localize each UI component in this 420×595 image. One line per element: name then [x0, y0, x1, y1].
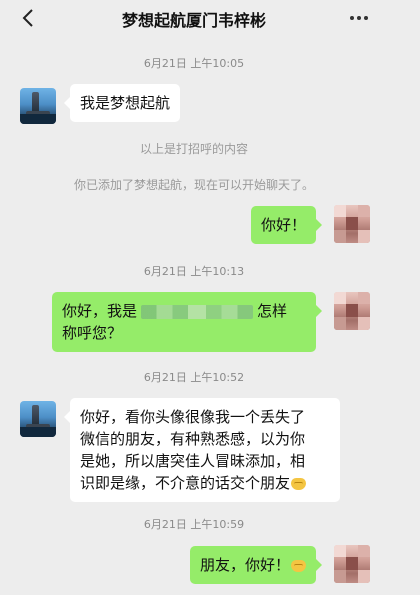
timestamp: 6月21日 上午10:52	[143, 371, 245, 384]
message-text: 你好，我是	[62, 302, 138, 320]
chat-screen: 梦想起航厦门韦梓彬 6月21日 上午10:05 我是梦想起航 以上是打招呼的内容…	[8, 0, 380, 595]
message-text: 称呼您？	[62, 324, 123, 342]
timestamp: 6月21日 上午10:05	[143, 57, 245, 70]
message-line: 微信的朋友，有种熟悉感，以为你	[80, 430, 306, 448]
timestamp: 6月21日 上午10:59	[143, 518, 245, 531]
message-bubble-outgoing[interactable]: 你好，我是 怎样 称呼您？	[52, 292, 322, 352]
redacted-name	[141, 304, 254, 319]
contact-avatar[interactable]	[20, 401, 56, 437]
system-note: 以上是打招呼的内容	[139, 142, 248, 156]
handshake-emoji-icon	[291, 559, 306, 572]
chat-header: 梦想起航厦门韦梓彬	[8, 0, 380, 38]
system-note: 你已添加了梦想起航，现在可以开始聊天了。	[73, 178, 314, 192]
self-avatar[interactable]	[334, 545, 370, 583]
message-bubble-outgoing[interactable]: 朋友，你好！	[189, 546, 323, 584]
message-line: 是她，所以唐突佳人冒昧添加，相	[80, 452, 306, 470]
message-bubble-incoming[interactable]: 你好，看你头像很像我一个丢失了 微信的朋友，有种熟悉感，以为你 是她，所以唐突佳…	[64, 398, 340, 502]
contact-avatar[interactable]	[20, 88, 56, 124]
message-bubble-outgoing[interactable]: 你好！	[250, 206, 323, 244]
message-line: 识即是缘，不介意的话交个朋友	[80, 474, 291, 492]
chat-title: 梦想起航厦门韦梓彬	[121, 11, 266, 30]
more-dots-icon[interactable]	[348, 10, 370, 26]
message-line: 你好，看你头像很像我一个丢失了	[80, 408, 306, 426]
back-chevron-icon[interactable]	[18, 7, 38, 29]
message-text: 朋友，你好！	[199, 556, 290, 574]
self-avatar[interactable]	[334, 205, 370, 243]
handshake-emoji-icon	[291, 477, 307, 490]
message-bubble-incoming[interactable]: 我是梦想起航	[63, 84, 181, 122]
timestamp: 6月21日 上午10:13	[143, 265, 245, 278]
message-text: 怎样	[257, 302, 288, 320]
self-avatar[interactable]	[334, 292, 370, 330]
